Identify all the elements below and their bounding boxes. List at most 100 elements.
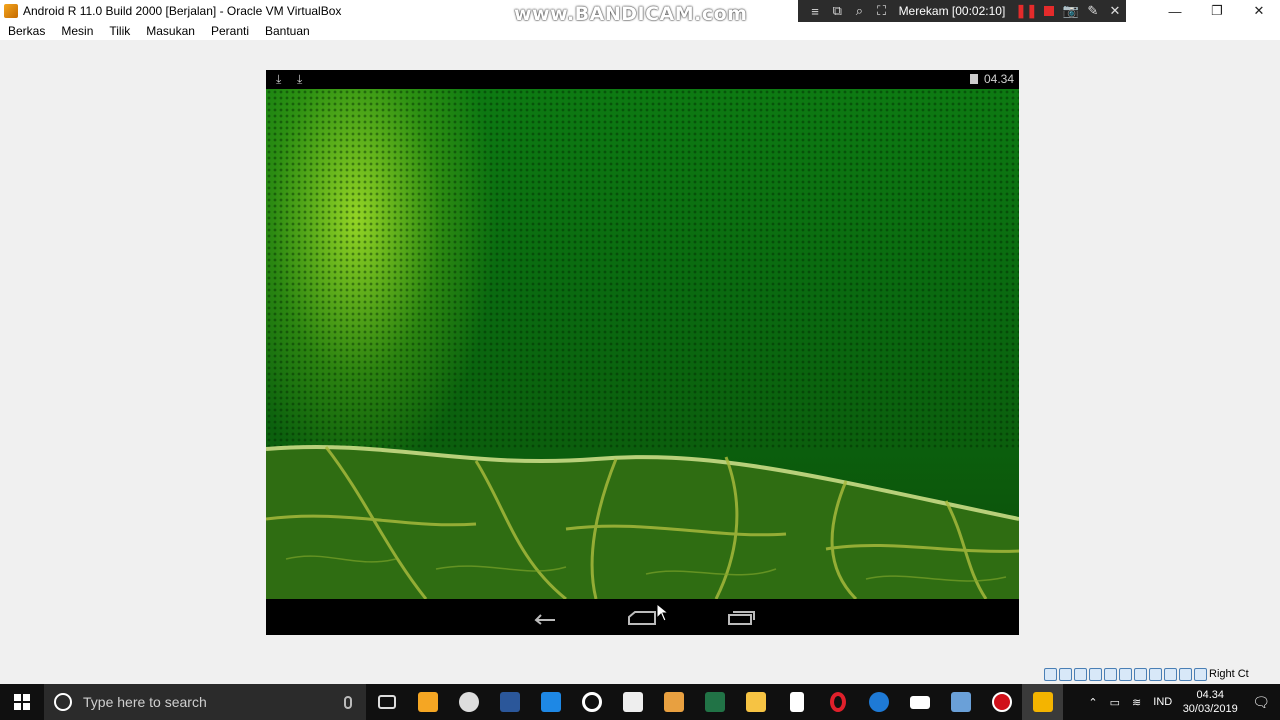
task-view-icon xyxy=(377,695,396,709)
close-icon[interactable]: ✕ xyxy=(1238,0,1280,22)
circle-app-icon xyxy=(581,692,602,712)
display-icon[interactable] xyxy=(1134,667,1147,681)
bandicam-button[interactable] xyxy=(981,684,1022,720)
virtualbox-taskbar-button[interactable] xyxy=(940,684,981,720)
hard-disk-icon[interactable] xyxy=(1044,667,1057,681)
back-icon[interactable] xyxy=(531,608,559,626)
active-app-button[interactable] xyxy=(1022,684,1063,720)
microphone-icon[interactable] xyxy=(344,695,352,709)
home-icon[interactable] xyxy=(627,608,657,626)
record-icon xyxy=(991,692,1012,712)
cortana-icon xyxy=(54,693,72,711)
android-navigation-bar xyxy=(266,599,1019,635)
clock-date: 30/03/2019 xyxy=(1182,703,1238,715)
minimize-icon[interactable]: — xyxy=(1154,0,1196,22)
xbox-button[interactable] xyxy=(448,684,489,720)
search-placeholder: Type here to search xyxy=(83,694,207,710)
app-button-blue[interactable] xyxy=(530,684,571,720)
edge-icon xyxy=(868,692,889,712)
excel-icon xyxy=(704,692,725,712)
chevron-up-icon[interactable]: ⌃ xyxy=(1082,696,1103,709)
virtualbox-taskbar-icon xyxy=(950,692,971,712)
menu-masukan[interactable]: Masukan xyxy=(138,24,203,38)
window-titlebar: Android R 11.0 Build 2000 [Berjalan] - O… xyxy=(0,0,1280,25)
restore-icon[interactable]: ❐ xyxy=(1196,0,1238,22)
fullscreen-rect-icon[interactable]: ⛶ xyxy=(870,0,892,22)
file-explorer-button[interactable] xyxy=(735,684,776,720)
opera-icon xyxy=(829,692,846,712)
store-button[interactable] xyxy=(407,684,448,720)
download-notification-icon[interactable]: ⤓ xyxy=(276,72,281,87)
battery-icon xyxy=(970,74,978,84)
recent-apps-icon[interactable] xyxy=(726,608,756,626)
start-button[interactable] xyxy=(0,684,44,720)
host-key-label: Right Ct xyxy=(1209,668,1249,680)
camera-icon[interactable]: 📷 xyxy=(1060,0,1082,22)
menu-icon[interactable]: ≡ xyxy=(804,0,826,22)
taskbar-clock[interactable]: 04.34 30/03/2019 xyxy=(1178,688,1242,716)
taskbar: Type here to search ⌃ ▭ ≋ IND 04.34 30/0… xyxy=(0,684,1280,720)
excel-button[interactable] xyxy=(694,684,735,720)
notification-icon[interactable]: 🗨 xyxy=(1242,694,1280,711)
document-button[interactable] xyxy=(776,684,817,720)
taskbar-search[interactable]: Type here to search xyxy=(44,684,366,720)
clock-time: 04.34 xyxy=(1196,689,1224,701)
audio-icon[interactable] xyxy=(1074,667,1087,681)
pencil-icon[interactable]: ✎ xyxy=(1082,0,1104,22)
pause-icon[interactable]: ❚❚ xyxy=(1015,0,1037,22)
media-button[interactable] xyxy=(653,684,694,720)
menu-berkas[interactable]: Berkas xyxy=(0,24,53,38)
opera-button[interactable] xyxy=(817,684,858,720)
xbox-icon xyxy=(458,692,479,712)
virtualization-icon[interactable] xyxy=(1164,667,1177,681)
android-screen[interactable]: ⤓ ⤓ 04.34 xyxy=(266,70,1019,635)
store-icon xyxy=(417,692,438,712)
shared-folder-icon[interactable] xyxy=(1119,667,1132,681)
word-button[interactable] xyxy=(489,684,530,720)
video-capture-icon[interactable] xyxy=(1149,667,1162,681)
folder-icon xyxy=(745,692,766,712)
stop-icon xyxy=(1043,6,1054,16)
leaf-vein-graphic xyxy=(266,444,1019,599)
recorder-toolbar: ≡ ⧉ ⌕ ⛶ Merekam [00:02:10] ❚❚ 📷 ✎ ✕ xyxy=(798,0,1126,22)
download-notification-icon-2[interactable]: ⤓ xyxy=(297,72,302,87)
virtualbox-icon xyxy=(4,4,18,18)
active-app-icon xyxy=(1032,692,1053,712)
bandicut-button[interactable] xyxy=(612,684,653,720)
usb-icon[interactable] xyxy=(1104,667,1117,681)
media-player-icon xyxy=(663,692,684,712)
photos-icon xyxy=(540,692,561,712)
network-icon[interactable] xyxy=(1089,667,1102,681)
window-title: Android R 11.0 Build 2000 [Berjalan] - O… xyxy=(23,4,342,18)
host-key-icon xyxy=(1194,667,1207,681)
target-select-icon[interactable]: ⌕ xyxy=(848,0,870,22)
android-clock: 04.34 xyxy=(984,72,1015,86)
windows-logo-icon xyxy=(14,694,30,710)
word-icon xyxy=(499,692,520,712)
mail-button[interactable] xyxy=(899,684,940,720)
app-button-circle[interactable] xyxy=(571,684,612,720)
power-icon[interactable]: ▭ xyxy=(1104,696,1126,709)
window-mode-icon[interactable]: ⧉ xyxy=(826,0,848,22)
system-tray: ⌃ ▭ ≋ IND 04.34 30/03/2019 🗨 xyxy=(1082,684,1280,720)
recorder-status: Merekam [00:02:10] xyxy=(898,4,1006,18)
close-recorder-icon[interactable]: ✕ xyxy=(1104,0,1126,22)
stop-button[interactable] xyxy=(1037,0,1059,22)
language-indicator[interactable]: IND xyxy=(1147,696,1178,708)
window-controls: — ❐ ✕ xyxy=(1154,0,1280,22)
menu-tilik[interactable]: Tilik xyxy=(101,24,138,38)
wifi-icon[interactable]: ≋ xyxy=(1126,696,1147,709)
menu-mesin[interactable]: Mesin xyxy=(53,24,101,38)
wallpaper xyxy=(266,89,1019,599)
edge-button[interactable] xyxy=(858,684,899,720)
menu-peranti[interactable]: Peranti xyxy=(203,24,257,38)
mouse-integration-icon[interactable] xyxy=(1179,667,1192,681)
mouse-cursor-icon xyxy=(656,603,670,622)
vm-status-bar: Right Ct xyxy=(1044,666,1249,682)
wallpaper-dot-pattern xyxy=(266,89,1019,449)
task-view-button[interactable] xyxy=(366,684,407,720)
clapperboard-icon xyxy=(622,692,643,712)
optical-drive-icon[interactable] xyxy=(1059,667,1072,681)
document-icon xyxy=(789,692,804,712)
menu-bantuan[interactable]: Bantuan xyxy=(257,24,318,38)
